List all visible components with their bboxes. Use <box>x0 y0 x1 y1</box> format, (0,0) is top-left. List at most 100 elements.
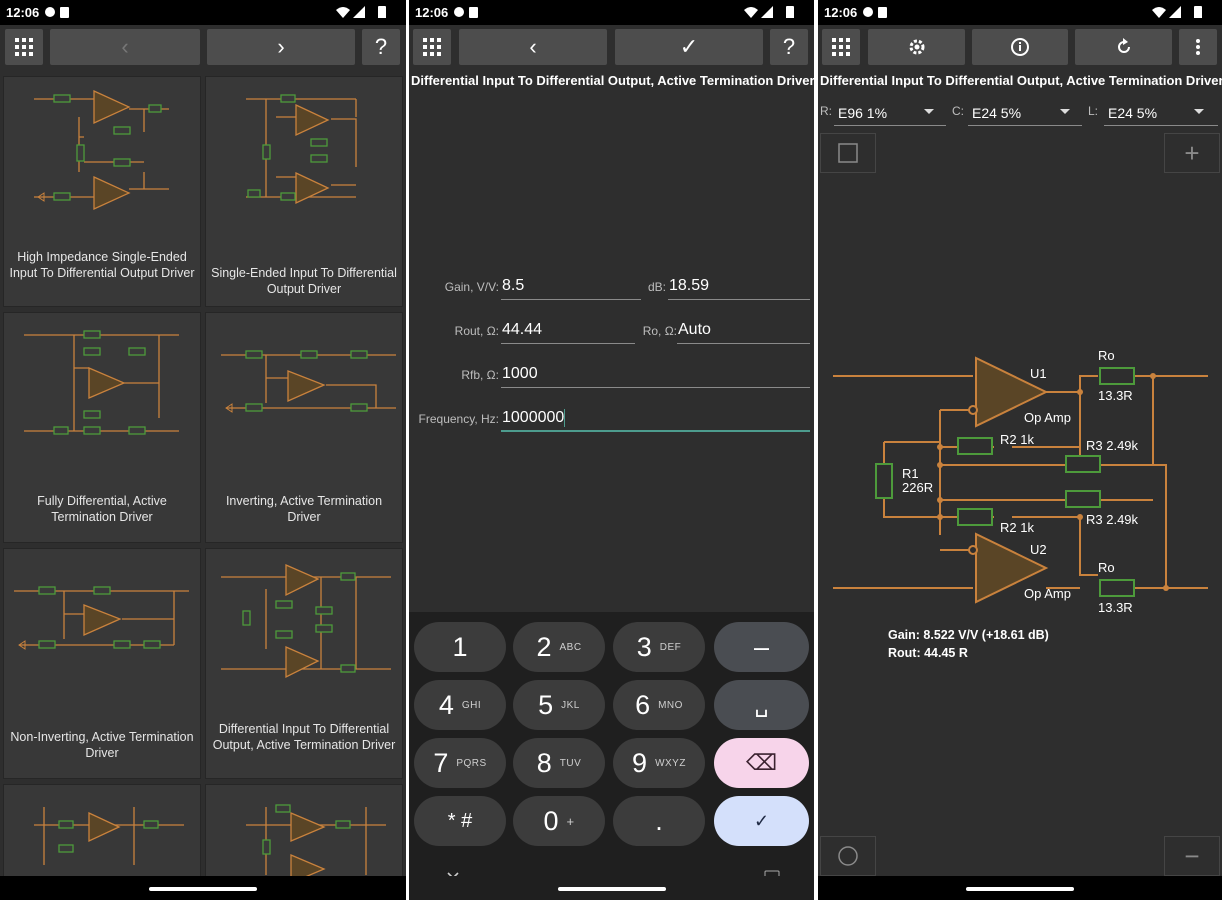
circuit-thumbnail <box>246 804 386 881</box>
signal-icons <box>336 6 365 18</box>
circuit-item[interactable] <box>205 784 403 884</box>
zoom-out-button[interactable]: − <box>1164 836 1220 876</box>
help-button[interactable]: ? <box>362 29 400 65</box>
zoom-in-button[interactable]: + <box>1164 133 1220 173</box>
key-3[interactable]: 3 DEF <box>613 622 705 672</box>
circuit-item[interactable] <box>3 784 201 884</box>
grid-icon <box>832 38 850 56</box>
refresh-icon <box>1117 38 1130 53</box>
battery-icon <box>378 6 386 18</box>
r-series-select[interactable]: E96 1% <box>834 102 946 126</box>
r3-top-label: R3 2.49k <box>1086 438 1139 453</box>
key-done[interactable]: ✓ <box>714 796 809 846</box>
key-main: 8 <box>536 747 552 778</box>
forward-button[interactable]: › <box>207 29 355 65</box>
key-7[interactable]: 7 PQRS <box>414 738 506 788</box>
circuit-item[interactable]: Fully Differential, Active Termination D… <box>3 312 201 543</box>
l-series-select[interactable]: E24 5% <box>1104 102 1218 126</box>
info-button[interactable] <box>972 29 1068 65</box>
key-main: 4 <box>438 689 454 720</box>
numeric-keyboard: 1 2 ABC 3 DEF – 4 GHI 5 JKL 6 MNO ␣ 7 PQRS 8 TU… <box>409 612 814 900</box>
status-time: 12:06 <box>415 5 449 20</box>
circuit-schematic[interactable]: U1 Op Amp U2 Op Amp Ro 13.3R Ro 13.3R R1… <box>818 330 1222 630</box>
circuit-item[interactable]: Differential Input To Differential Outpu… <box>205 548 403 779</box>
grid-menu-button[interactable] <box>822 29 860 65</box>
refresh-button[interactable] <box>1075 29 1172 65</box>
c-series-select[interactable]: E24 5% <box>968 102 1082 126</box>
r-series-label: R: <box>820 104 832 118</box>
home-handle[interactable] <box>966 887 1074 891</box>
ro-input[interactable]: Auto <box>677 318 810 344</box>
schematic-screen: 12:06 Differential Input To Differential… <box>818 0 1222 900</box>
toolbar: ‹ ✓ ? <box>409 25 814 70</box>
home-handle[interactable] <box>557 887 666 891</box>
confirm-button[interactable]: ✓ <box>615 29 763 65</box>
dropdown-arrow-icon <box>1060 109 1070 114</box>
gain-input[interactable]: 8.5 <box>501 274 641 300</box>
rfb-input[interactable]: 1000 <box>501 362 810 388</box>
circuit-title: Differential Input To Differential Outpu… <box>411 73 814 88</box>
back-button[interactable]: ‹ <box>459 29 607 65</box>
select-button[interactable] <box>820 133 876 173</box>
rout-input[interactable]: 44.44 <box>501 318 635 344</box>
toolbar <box>818 25 1222 70</box>
key-8[interactable]: 8 TUV <box>513 738 605 788</box>
settings-button[interactable] <box>868 29 965 65</box>
circuit-label: High Impedance Single-Ended Input To Dif… <box>9 250 195 280</box>
key-1[interactable]: 1 <box>414 622 506 672</box>
circuit-label: Non-Inverting, Active Termination Driver <box>10 730 194 760</box>
key-star-hash[interactable]: * # <box>414 796 506 846</box>
circle-button[interactable] <box>820 836 876 876</box>
notification-icons <box>454 7 478 18</box>
circuit-item[interactable]: High Impedance Single-Ended Input To Dif… <box>3 76 201 307</box>
status-bar: 12:06 <box>0 0 406 25</box>
circuit-title: Differential Input To Differential Outpu… <box>820 73 1222 88</box>
key-minus[interactable]: – <box>714 622 809 672</box>
overflow-menu-button[interactable] <box>1179 29 1217 65</box>
key-5[interactable]: 5 JKL <box>513 680 605 730</box>
circuit-thumbnail <box>14 586 189 650</box>
text-cursor <box>564 408 566 427</box>
key-main: 1 <box>452 631 468 662</box>
home-handle[interactable] <box>149 887 257 891</box>
key-main: 6 <box>635 689 651 720</box>
key-6[interactable]: 6 MNO <box>613 680 705 730</box>
circuit-label: Differential Input To Differential Outpu… <box>212 722 396 752</box>
grid-icon <box>423 38 441 56</box>
ro-top-value: 13.3R <box>1098 388 1133 403</box>
key-main: – <box>753 631 770 662</box>
circuit-label: Fully Differential, Active Termination D… <box>37 494 167 524</box>
key-space[interactable]: ␣ <box>714 680 809 730</box>
nav-bar <box>409 876 814 900</box>
grid-menu-button[interactable] <box>5 29 43 65</box>
u2-label: U2 <box>1030 542 1047 557</box>
key-9[interactable]: 9 WXYZ <box>613 738 705 788</box>
db-label: dB: <box>647 280 666 294</box>
status-time: 12:06 <box>6 5 40 20</box>
key-sub: + <box>566 813 575 829</box>
key-4[interactable]: 4 GHI <box>414 680 506 730</box>
ro-label: Ro, Ω: <box>642 324 677 338</box>
circuit-label: Single-Ended Input To Differential Outpu… <box>211 266 397 296</box>
key-sub: MNO <box>658 699 683 711</box>
circuit-item[interactable]: Non-Inverting, Active Termination Driver <box>3 548 201 779</box>
key-backspace[interactable]: ⌫ <box>714 738 809 788</box>
key-main: 2 <box>536 631 552 662</box>
key-period[interactable]: . <box>613 796 705 846</box>
grid-icon <box>15 38 33 56</box>
back-button[interactable]: ‹ <box>50 29 200 65</box>
grid-menu-button[interactable] <box>413 29 451 65</box>
key-main: 0 <box>543 805 559 836</box>
key-0[interactable]: 0 + <box>513 796 605 846</box>
circuit-item[interactable]: Inverting, Active Termination Driver <box>205 312 403 543</box>
key-sub: DEF <box>659 641 682 653</box>
status-time: 12:06 <box>824 5 858 20</box>
frequency-input[interactable]: 1000000 <box>501 406 810 432</box>
dropdown-arrow-icon <box>924 109 934 114</box>
circuit-item[interactable]: Single-Ended Input To Differential Outpu… <box>205 76 403 307</box>
help-button[interactable]: ? <box>770 29 808 65</box>
square-icon <box>838 143 858 163</box>
key-2[interactable]: 2 ABC <box>513 622 605 672</box>
db-input[interactable]: 18.59 <box>668 274 810 300</box>
r1-label: R1 <box>902 466 919 481</box>
